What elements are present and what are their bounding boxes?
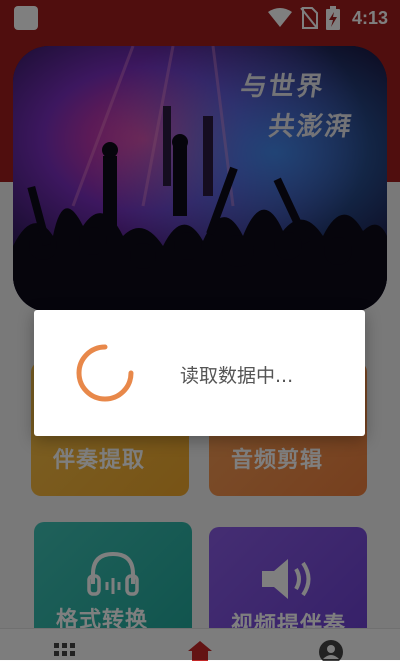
loading-spinner-icon [76,344,134,402]
loading-dialog: 读取数据中... [34,310,365,436]
loading-message: 读取数据中... [180,365,294,387]
